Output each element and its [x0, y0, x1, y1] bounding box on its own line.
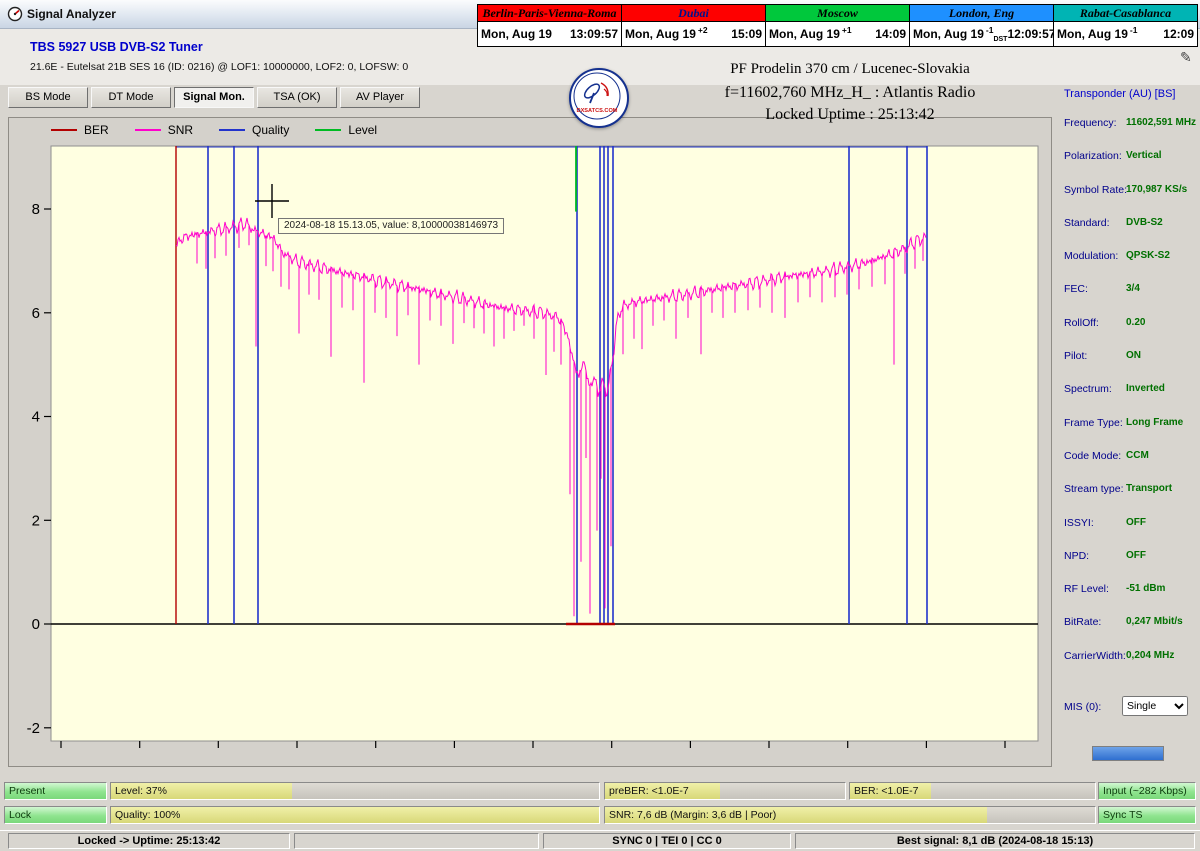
clock-time: Mon, Aug 19-1DST12:09:57 [910, 21, 1054, 46]
progress-bar [1092, 746, 1164, 761]
mis-row: MIS (0): Single [1058, 695, 1198, 719]
statusbar-segment: SYNC 0 | TEI 0 | CC 0 [543, 833, 791, 849]
transponder-header: Transponder (AU) [BS] [1064, 88, 1175, 100]
svg-text:DXSATCS.COM: DXSATCS.COM [577, 108, 618, 114]
present-indicator: Present [4, 782, 107, 800]
transponder-row: BitRate:0,247 Mbit/s [1058, 607, 1198, 640]
tuner-subtitle: 21.6E - Eutelsat 21B SES 16 (ID: 0216) @… [30, 61, 408, 73]
legend-swatch [315, 129, 341, 131]
transponder-row: Spectrum:Inverted [1058, 374, 1198, 407]
clock-time: Mon, Aug 1913:09:57 [478, 21, 622, 46]
svg-text:8: 8 [32, 201, 40, 218]
statusbar-segment [294, 833, 539, 849]
plot-area [51, 146, 1038, 741]
transponder-row: Standard:DVB-S2 [1058, 208, 1198, 241]
svg-text:4: 4 [32, 409, 40, 426]
transponder-row: Modulation:QPSK-S2 [1058, 241, 1198, 274]
svg-text:0: 0 [32, 616, 40, 633]
clock-city: Berlin-Paris-Vienna-Roma [478, 5, 622, 21]
mis-label: MIS (0): [1064, 701, 1101, 713]
transponder-row: RollOff:0.20 [1058, 308, 1198, 341]
level-bar: Level: 37% [110, 782, 600, 800]
legend-item: Quality [219, 123, 289, 137]
transponder-row: FEC:3/4 [1058, 274, 1198, 307]
clock-time-row: Mon, Aug 1913:09:57Mon, Aug 19+215:09Mon… [478, 21, 1197, 46]
dxsatcs-logo: DXSATCS.COM [569, 68, 629, 128]
legend-item: BER [51, 123, 109, 137]
transponder-row: Code Mode:CCM [1058, 441, 1198, 474]
tab-bs-mode[interactable]: BS Mode [8, 87, 88, 108]
indicator-row-2: Lock Quality: 100% SNR: 7,6 dB (Margin: … [0, 806, 1200, 824]
transponder-row: Symbol Rate:170,987 KS/s [1058, 175, 1198, 208]
transponder-rows: Frequency:11602,591 MHzPolarization:Vert… [1058, 108, 1198, 674]
clock-city: London, Eng [910, 5, 1054, 21]
clock-time: Mon, Aug 19+114:09 [766, 21, 910, 46]
signal-chart-panel: BER SNR Quality Level 8 6 4 2 0 -2 2024-08-18 15… [8, 117, 1052, 767]
statusbar-segment: Best signal: 8,1 dB (2024-08-18 15:13) [795, 833, 1195, 849]
signal-chart[interactable]: 8 6 4 2 0 -2 [9, 118, 1051, 766]
legend-swatch [51, 129, 77, 131]
tab-av-player[interactable]: AV Player [340, 87, 420, 108]
input-indicator: Input (~282 Kbps) [1098, 782, 1196, 800]
chart-legend: BER SNR Quality Level [51, 121, 377, 138]
sync-indicator: Sync TS [1098, 806, 1196, 824]
tab-dt-mode[interactable]: DT Mode [91, 87, 171, 108]
tab-signal-mon-[interactable]: Signal Mon. [174, 87, 254, 108]
statusbar-segment: Locked -> Uptime: 25:13:42 [8, 833, 290, 849]
app-icon [7, 6, 23, 22]
mode-tabs: BS ModeDT ModeSignal Mon.TSA (OK)AV Play… [8, 87, 420, 108]
uptime-header: Locked Uptime : 25:13:42 [650, 106, 1050, 124]
legend-swatch [135, 129, 161, 131]
svg-text:6: 6 [32, 305, 40, 322]
transponder-row: NPD:OFF [1058, 541, 1198, 574]
site-header: PF Prodelin 370 cm / Lucenec-Slovakia [650, 61, 1050, 78]
legend-swatch [219, 129, 245, 131]
transponder-row: Polarization:Vertical [1058, 141, 1198, 174]
clock-time: Mon, Aug 19+215:09 [622, 21, 766, 46]
transponder-row: Pilot:ON [1058, 341, 1198, 374]
snr-bar: SNR: 7,6 dB (Margin: 3,6 dB | Poor) [604, 806, 1096, 824]
transponder-row: Frame Type:Long Frame [1058, 408, 1198, 441]
legend-item: SNR [135, 123, 193, 137]
frequency-header: f=11602,760 MHz_H_ : Atlantis Radio [650, 84, 1050, 102]
clock-city-row: Berlin-Paris-Vienna-RomaDubaiMoscowLondo… [478, 5, 1197, 21]
transponder-row: Stream type:Transport [1058, 474, 1198, 507]
world-clock-panel: Berlin-Paris-Vienna-RomaDubaiMoscowLondo… [477, 4, 1198, 47]
indicator-row-1: Present Level: 37% preBER: <1.0E-7 BER: … [0, 782, 1200, 800]
legend-item: Level [315, 123, 377, 137]
clock-time: Mon, Aug 19-112:09 [1054, 21, 1197, 46]
quality-bar: Quality: 100% [110, 806, 600, 824]
tab-tsa-ok-[interactable]: TSA (OK) [257, 87, 337, 108]
transponder-row: CarrierWidth:0,204 MHz [1058, 641, 1198, 674]
lock-indicator: Lock [4, 806, 107, 824]
svg-text:2: 2 [32, 512, 40, 529]
statusbar: Locked -> Uptime: 25:13:42 SYNC 0 | TEI 0… [0, 830, 1200, 851]
clock-city: Moscow [766, 5, 910, 21]
svg-text:-2: -2 [27, 720, 40, 737]
clock-city: Rabat-Casablanca [1054, 5, 1197, 21]
transponder-row: RF Level:-51 dBm [1058, 574, 1198, 607]
preber-bar: preBER: <1.0E-7 [604, 782, 846, 800]
tuner-title: TBS 5927 USB DVB-S2 Tuner [30, 40, 203, 54]
transponder-panel: Transponder (AU) [BS] Frequency:11602,59… [1058, 86, 1198, 776]
signature-icon: ✎ [1180, 49, 1192, 66]
transponder-row: ISSYI:OFF [1058, 508, 1198, 541]
ber-bar: BER: <1.0E-7 [849, 782, 1096, 800]
mis-select[interactable]: Single [1122, 696, 1188, 716]
transponder-row: Frequency:11602,591 MHz [1058, 108, 1198, 141]
chart-tooltip: 2024-08-18 15.13.05, value: 8,1000003814… [278, 218, 504, 234]
window-title: Signal Analyzer [27, 7, 116, 21]
clock-city: Dubai [622, 5, 766, 21]
